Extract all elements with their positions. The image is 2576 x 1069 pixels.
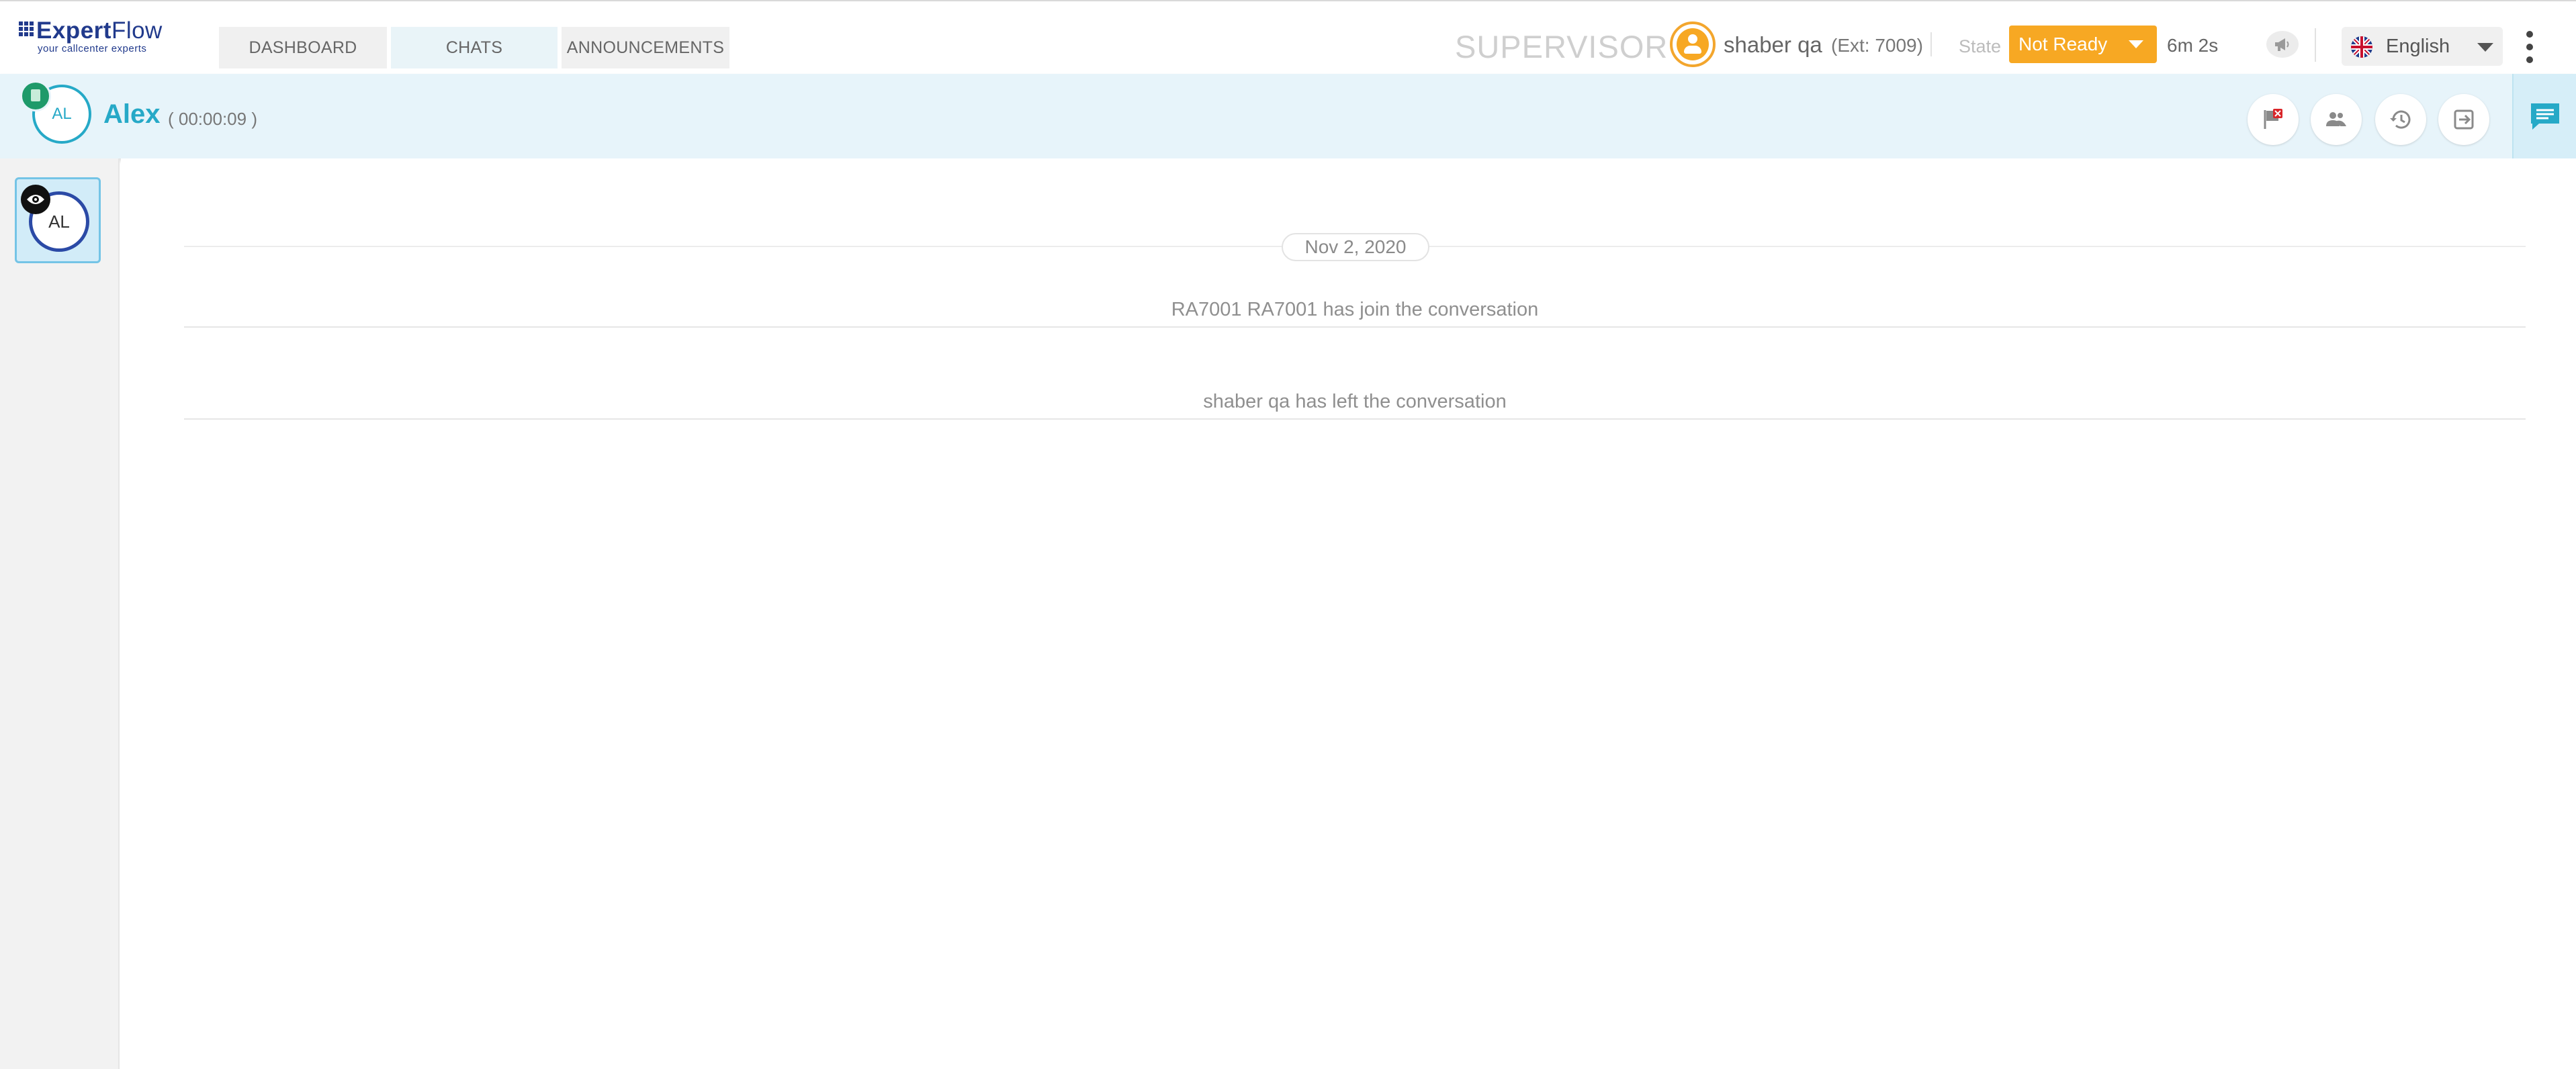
- history-icon: [2390, 110, 2411, 129]
- tab-chats[interactable]: CHATS: [391, 27, 558, 68]
- date-separator: Nov 2, 2020: [1282, 233, 1429, 261]
- state-label: State: [1959, 36, 2002, 56]
- state-value: Not Ready: [2018, 34, 2108, 54]
- logo-name-regular: Flow: [111, 17, 163, 44]
- flag-button[interactable]: [2248, 94, 2299, 145]
- kebab-menu-icon[interactable]: [2522, 31, 2538, 63]
- logo-tagline: your callcenter experts: [38, 43, 147, 54]
- state-timer: 6m 2s: [2167, 35, 2219, 56]
- channel-badge-icon: [20, 81, 51, 111]
- chat-panel-toggle[interactable]: [2512, 74, 2576, 158]
- logo-name-bold: Expert: [36, 17, 112, 44]
- chat-duration: ( 00:00:09 ): [168, 109, 257, 129]
- user-avatar-icon[interactable]: [1670, 21, 1716, 67]
- participants-icon: [2326, 112, 2346, 126]
- eye-icon: [21, 185, 50, 214]
- chevron-down-icon: [2129, 40, 2143, 48]
- system-event: shaber qa has left the conversation: [184, 385, 2526, 420]
- exit-chat-button[interactable]: [2438, 94, 2489, 145]
- header-divider: [1930, 32, 1932, 56]
- agent-extension: (Ext: 7009): [1831, 35, 1923, 56]
- language-selector[interactable]: English: [2342, 27, 2503, 66]
- customer-header: AL Alex ( 00:00:09 ): [0, 74, 2576, 158]
- uk-flag-icon: [2351, 36, 2372, 58]
- chat-icon: [2531, 103, 2559, 130]
- participants-button[interactable]: [2311, 94, 2362, 145]
- state-dropdown[interactable]: Not Ready: [2009, 26, 2157, 63]
- language-label: English: [2386, 36, 2450, 57]
- logo-grid-icon: [19, 21, 34, 36]
- tab-announcements[interactable]: ANNOUNCEMENTS: [562, 27, 729, 68]
- megaphone-icon[interactable]: [2266, 31, 2299, 58]
- logo-text: ExpertFlow: [36, 17, 163, 44]
- session-card[interactable]: AL: [15, 177, 101, 263]
- agent-username: shaber qa: [1724, 32, 1822, 57]
- top-navbar: ExpertFlow your callcenter experts DASHB…: [0, 0, 2576, 74]
- conversation-panel: Nov 2, 2020 RA7001 RA7001 has join the c…: [121, 158, 2576, 1069]
- exit-icon: [2454, 109, 2474, 130]
- role-label: SUPERVISOR: [1455, 29, 1669, 64]
- expertflow-logo: ExpertFlow your callcenter experts: [19, 17, 180, 58]
- system-event: RA7001 RA7001 has join the conversation: [184, 293, 2526, 328]
- flag-icon: [2264, 109, 2282, 129]
- customer-name: Alex: [103, 99, 161, 129]
- history-button[interactable]: [2375, 94, 2426, 145]
- header-divider: [2315, 28, 2316, 62]
- chevron-down-icon: [2477, 43, 2493, 52]
- tab-dashboard[interactable]: DASHBOARD: [219, 27, 387, 68]
- chat-sessions-sidebar: AL: [0, 158, 120, 1069]
